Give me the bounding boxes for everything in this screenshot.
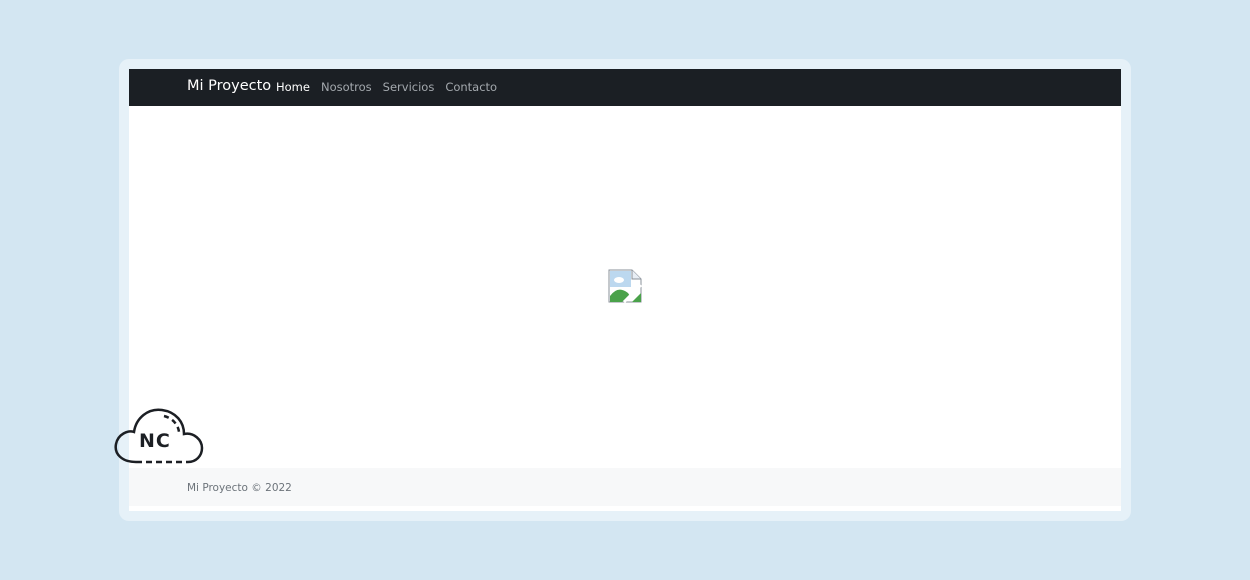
nav-links: Home Nosotros Servicios Contacto	[276, 80, 508, 94]
nav-link-nosotros[interactable]: Nosotros	[321, 80, 372, 94]
footer-copyright: Mi Proyecto © 2022	[187, 482, 292, 494]
nav-link-contacto[interactable]: Contacto	[445, 80, 497, 94]
navbar: Mi Proyecto Home Nosotros Servicios Cont…	[129, 69, 1121, 106]
nc-logo-text: NC	[139, 430, 171, 452]
nav-link-servicios[interactable]: Servicios	[383, 80, 435, 94]
broken-image-icon	[608, 269, 643, 304]
navbar-brand[interactable]: Mi Proyecto	[187, 78, 271, 94]
nav-link-home[interactable]: Home	[276, 80, 310, 94]
web-page: Mi Proyecto Home Nosotros Servicios Cont…	[129, 69, 1121, 511]
footer: Mi Proyecto © 2022	[129, 468, 1121, 506]
